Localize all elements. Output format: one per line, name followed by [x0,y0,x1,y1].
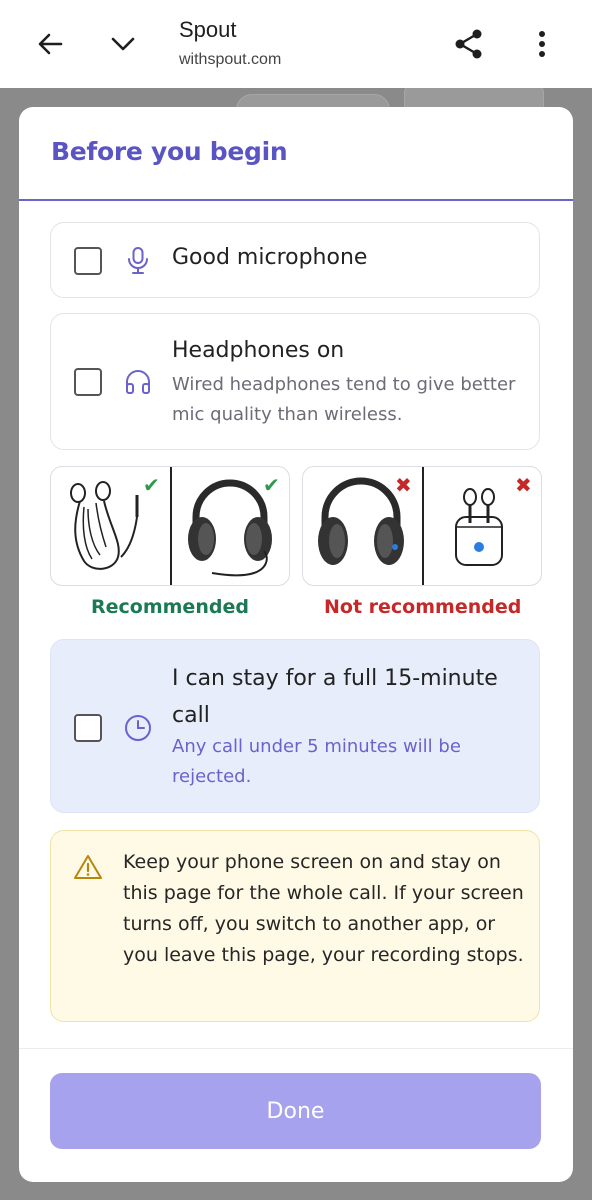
browser-top-bar: Spout withspout.com [0,0,592,88]
call-duration-subtext: Any call under 5 minutes will be rejecte… [172,736,461,787]
microphone-heading: Good microphone [172,245,368,270]
clock-icon [123,713,153,743]
call-duration-checkbox[interactable] [74,714,102,742]
before-you-begin-modal: Before you begin Good microphone Headpho… [19,107,573,1182]
headphones-subtext: Wired headphones tend to give better mic… [172,374,516,425]
page-url: withspout.com [179,51,282,68]
check-icon: ✔ [143,473,160,497]
headphones-checkbox[interactable] [74,368,102,396]
call-duration-heading: I can stay for a full 15-minute call [172,666,498,728]
footer-divider [19,1048,573,1049]
title-divider [19,199,573,201]
not-recommended-images: ✖ ✖ [302,466,542,586]
checklist-item-microphone[interactable]: Good microphone [50,222,540,298]
warning-text: Keep your phone screen on and stay on th… [123,851,524,966]
modal-title: Before you begin [51,137,288,166]
recommended-label: Recommended [91,596,249,618]
page-title: Spout [179,17,237,42]
chevron-down-icon[interactable] [103,24,143,64]
warning-triangle-icon [73,853,103,883]
done-button[interactable]: Done [50,1073,541,1149]
checklist-item-headphones[interactable]: Headphones on Wired headphones tend to g… [50,313,540,450]
cross-icon: ✖ [395,473,412,497]
microphone-icon [123,245,153,275]
warning-banner: Keep your phone screen on and stay on th… [50,830,540,1022]
check-icon: ✔ [263,473,280,497]
more-vert-icon[interactable] [522,24,562,64]
share-icon[interactable] [449,24,489,64]
not-recommended-label: Not recommended [324,596,522,618]
cross-icon: ✖ [515,473,532,497]
recommended-images: ✔ ✔ [50,466,290,586]
headphones-icon [123,367,153,397]
microphone-checkbox[interactable] [74,247,102,275]
headphones-heading: Headphones on [172,338,345,363]
back-arrow-icon[interactable] [30,24,70,64]
checklist-item-call-duration[interactable]: I can stay for a full 15-minute call Any… [50,639,540,813]
